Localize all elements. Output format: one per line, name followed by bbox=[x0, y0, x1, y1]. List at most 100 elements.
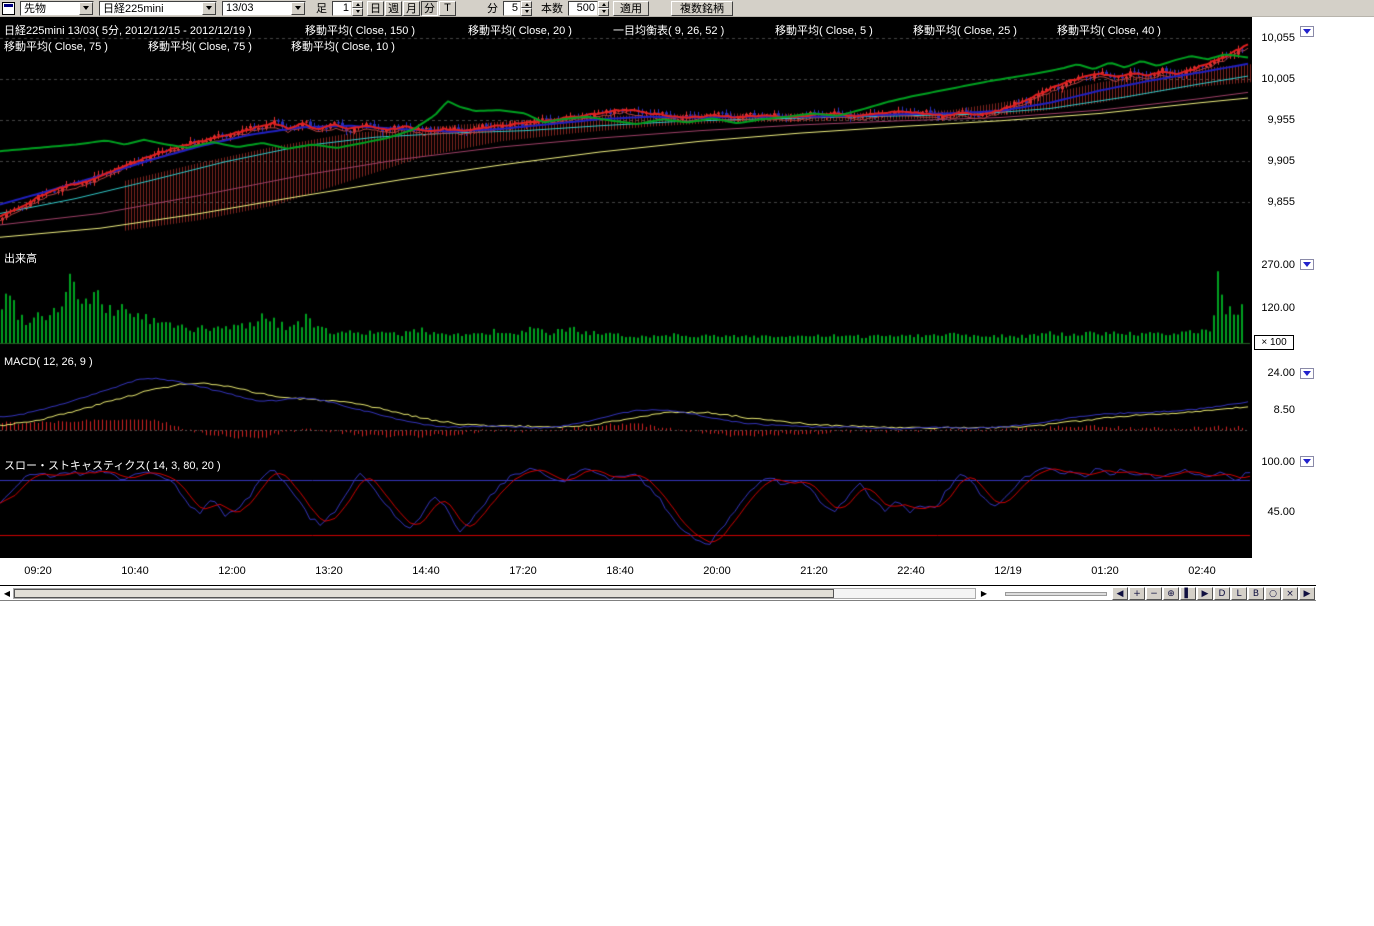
bar-interval-input[interactable]: 1 bbox=[332, 1, 352, 16]
scroll-start-button[interactable]: ◀ bbox=[1112, 587, 1128, 600]
bar-label: 足 bbox=[316, 0, 327, 16]
bar-mode-button[interactable]: B bbox=[1248, 587, 1264, 600]
bar-interval-value: 1 bbox=[343, 2, 349, 14]
time-axis-label: 13:20 bbox=[315, 565, 343, 577]
volume-pane-label: 出来高 bbox=[4, 250, 37, 266]
main-toolbar: 先物 日経225mini 13/03 足 1 日 週 月 分 T bbox=[0, 0, 1374, 17]
indicator-label-ma40: 移動平均( Close, 40 ) bbox=[1057, 22, 1161, 38]
period-week-button[interactable]: 週 bbox=[385, 1, 402, 16]
scrollbar-thumb[interactable] bbox=[14, 589, 834, 598]
time-axis: 09:2010:4012:0013:2014:4017:2018:4020:00… bbox=[0, 558, 1252, 585]
triangle-down-icon bbox=[525, 10, 529, 13]
spin-down-button[interactable] bbox=[352, 8, 363, 16]
day-mode-button[interactable]: D bbox=[1214, 587, 1230, 600]
time-axis-label: 02:40 bbox=[1188, 565, 1216, 577]
period-day-button[interactable]: 日 bbox=[367, 1, 384, 16]
indicator-label-ichimoku: 一目均衡表( 9, 26, 52 ) bbox=[613, 22, 724, 38]
chevron-down-icon[interactable] bbox=[79, 2, 93, 15]
count-spinner: 500 bbox=[568, 1, 609, 16]
triangle-down-icon bbox=[1303, 262, 1311, 267]
volume-tick-label: 120.00 bbox=[1261, 302, 1295, 314]
indicator-label-ma10: 移動平均( Close, 10 ) bbox=[291, 38, 395, 54]
interval-value: 5 bbox=[512, 2, 518, 14]
jump-latest-button[interactable]: ▶ bbox=[1299, 587, 1315, 600]
symbol-dropdown[interactable]: 日経225mini bbox=[99, 1, 217, 16]
indicator-label-ma25: 移動平均( Close, 25 ) bbox=[913, 22, 1017, 38]
macd-pane-label: MACD( 12, 26, 9 ) bbox=[4, 356, 93, 368]
count-value: 500 bbox=[577, 2, 595, 14]
stoch-tick-label: 100.00 bbox=[1261, 456, 1295, 468]
volume-tick-label: 270.00 bbox=[1261, 259, 1295, 271]
triangle-up-icon bbox=[602, 3, 606, 6]
triangle-down-icon bbox=[1303, 371, 1311, 376]
count-input[interactable]: 500 bbox=[568, 1, 598, 16]
time-axis-label: 12:00 bbox=[218, 565, 246, 577]
apply-button[interactable]: 適用 bbox=[613, 1, 649, 16]
crosshair-button[interactable]: ⊕ bbox=[1163, 587, 1179, 600]
volume-multiplier-badge: × 100 bbox=[1254, 335, 1294, 350]
macd-scale-dropdown-button[interactable] bbox=[1300, 368, 1314, 379]
triangle-up-icon bbox=[356, 3, 360, 6]
spin-up-button[interactable] bbox=[352, 1, 363, 9]
spin-down-button[interactable] bbox=[521, 8, 532, 16]
instrument-type-dropdown[interactable]: 先物 bbox=[20, 1, 94, 16]
period-tick-button[interactable]: T bbox=[439, 1, 456, 16]
period-button-group: 日 週 月 分 T bbox=[367, 1, 457, 16]
stoch-tick-label: 45.00 bbox=[1267, 506, 1295, 518]
triangle-down-icon bbox=[602, 10, 606, 13]
triangle-up-icon bbox=[525, 3, 529, 6]
period-minute-button[interactable]: 分 bbox=[421, 1, 438, 16]
scroll-end-button[interactable]: ▶ bbox=[1197, 587, 1213, 600]
bottom-scrollbar-area: ◀ ▶ ◀+−⊕▌▶DLB○×▶ bbox=[0, 585, 1316, 601]
time-axis-label: 10:40 bbox=[121, 565, 149, 577]
bar-style-button[interactable]: ▌ bbox=[1180, 587, 1196, 600]
scroll-right-arrow[interactable]: ▶ bbox=[979, 588, 989, 599]
time-axis-label: 20:00 bbox=[703, 565, 731, 577]
chevron-down-icon[interactable] bbox=[291, 2, 305, 15]
price-tick-label: 9,905 bbox=[1267, 155, 1295, 167]
stoch-pane-label: スロー・ストキャスティクス( 14, 3, 80, 20 ) bbox=[4, 457, 221, 473]
triangle-down-icon bbox=[356, 10, 360, 13]
zoom-in-button[interactable]: + bbox=[1129, 587, 1145, 600]
line-mode-button[interactable]: L bbox=[1231, 587, 1247, 600]
value-axis-strip: 10,055 10,005 9,955 9,905 9,855 270.00 1… bbox=[1253, 17, 1298, 585]
macd-tick-label: 8.50 bbox=[1274, 404, 1295, 416]
scroll-left-arrow[interactable]: ◀ bbox=[2, 588, 12, 599]
volume-scale-dropdown-button[interactable] bbox=[1300, 259, 1314, 270]
price-tick-label: 10,005 bbox=[1261, 73, 1295, 85]
scrollbar-track[interactable] bbox=[13, 588, 976, 599]
period-month-button[interactable]: 月 bbox=[403, 1, 420, 16]
time-axis-label: 22:40 bbox=[897, 565, 925, 577]
zoom-out-button[interactable]: − bbox=[1146, 587, 1162, 600]
contract-month-value: 13/03 bbox=[226, 2, 254, 14]
indicator-label-ma75b: 移動平均( Close, 75 ) bbox=[148, 38, 252, 54]
triangle-down-icon bbox=[1303, 459, 1311, 464]
close-chart-button[interactable]: × bbox=[1282, 587, 1298, 600]
circle-tool-button[interactable]: ○ bbox=[1265, 587, 1281, 600]
trading-chart-window: 先物 日経225mini 13/03 足 1 日 週 月 分 T bbox=[0, 0, 1374, 926]
time-axis-label: 12/19 bbox=[994, 565, 1022, 577]
contract-month-dropdown[interactable]: 13/03 bbox=[222, 1, 306, 16]
chart-title: 日経225mini 13/03( 5分, 2012/12/15 - 2012/1… bbox=[4, 22, 252, 38]
chart-canvas[interactable] bbox=[0, 17, 1252, 558]
interval-spinner: 5 bbox=[503, 1, 532, 16]
interval-input[interactable]: 5 bbox=[503, 1, 521, 16]
time-axis-label: 17:20 bbox=[509, 565, 537, 577]
spin-up-button[interactable] bbox=[598, 1, 609, 9]
time-axis-label: 18:40 bbox=[606, 565, 634, 577]
time-axis-label: 14:40 bbox=[412, 565, 440, 577]
multi-symbol-button[interactable]: 複数銘柄 bbox=[671, 1, 733, 16]
spin-up-button[interactable] bbox=[521, 1, 532, 9]
price-tick-label: 10,055 bbox=[1261, 32, 1295, 44]
bar-interval-spinner: 1 bbox=[332, 1, 363, 16]
stoch-scale-dropdown-button[interactable] bbox=[1300, 456, 1314, 467]
price-scale-dropdown-button[interactable] bbox=[1300, 26, 1314, 37]
chart-nav-button-group: ◀+−⊕▌▶DLB○×▶ bbox=[1112, 587, 1316, 600]
indicator-label-ma20: 移動平均( Close, 20 ) bbox=[468, 22, 572, 38]
indicator-label-ma150: 移動平均( Close, 150 ) bbox=[305, 22, 415, 38]
triangle-down-icon bbox=[1303, 29, 1311, 34]
spin-down-button[interactable] bbox=[598, 8, 609, 16]
chevron-down-icon[interactable] bbox=[202, 2, 216, 15]
secondary-scrollbar[interactable] bbox=[1005, 592, 1107, 596]
app-icon bbox=[2, 2, 15, 15]
